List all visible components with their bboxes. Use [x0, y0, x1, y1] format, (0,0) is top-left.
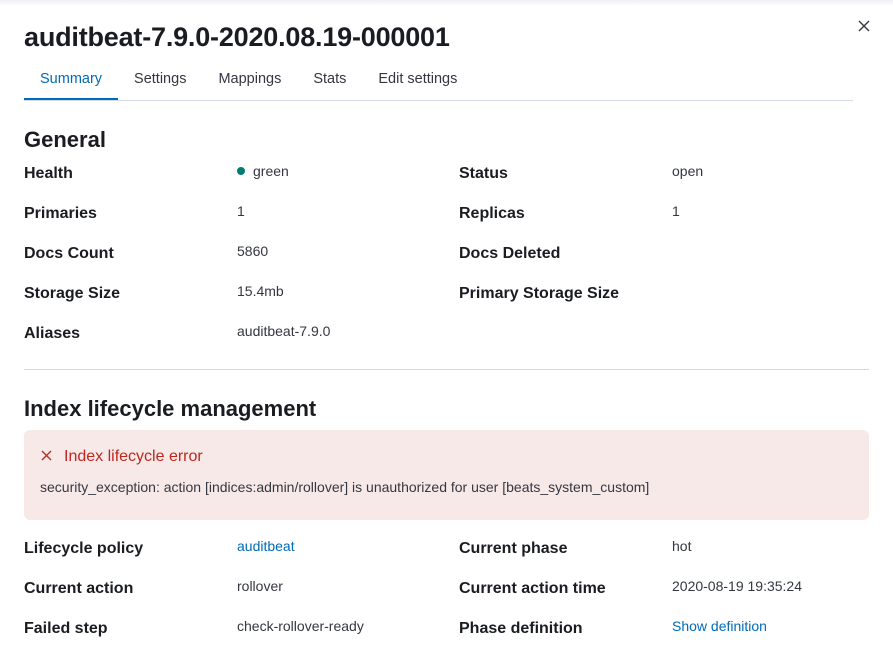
ilm-row-1: Lifecycle policy auditbeat Current phase…: [0, 538, 893, 562]
current-action-time-label: Current action time: [459, 580, 606, 597]
docs-count-label: Docs Count: [24, 245, 114, 262]
failed-step-label: Failed step: [24, 620, 108, 637]
tab-edit-settings[interactable]: Edit settings: [362, 64, 473, 100]
tab-mappings[interactable]: Mappings: [202, 64, 297, 100]
health-label: Health: [24, 165, 73, 182]
general-row-4: Storage Size 15.4mb Primary Storage Size: [0, 283, 893, 307]
aliases-value: auditbeat-7.9.0: [237, 323, 331, 339]
show-definition-link[interactable]: Show definition: [672, 618, 767, 634]
lifecycle-policy-link[interactable]: auditbeat: [237, 538, 295, 554]
ilm-error-callout: [24, 430, 869, 520]
general-row-5: Aliases auditbeat-7.9.0: [0, 323, 893, 347]
general-heading: General: [24, 127, 106, 152]
current-action-label: Current action: [24, 580, 134, 597]
health-value: green: [237, 163, 289, 179]
failed-step-value: check-rollover-ready: [237, 618, 364, 634]
ilm-error-message: security_exception: action [indices:admi…: [40, 479, 650, 495]
phase-definition-label: Phase definition: [459, 620, 583, 637]
current-action-value: rollover: [237, 578, 283, 594]
docs-deleted-label: Docs Deleted: [459, 245, 561, 262]
status-label: Status: [459, 165, 508, 182]
tab-settings[interactable]: Settings: [118, 64, 202, 100]
tab-bar: Summary Settings Mappings Stats Edit set…: [24, 64, 853, 101]
status-value: open: [672, 163, 704, 179]
ilm-row-3: Failed step check-rollover-ready Phase d…: [0, 618, 893, 642]
tab-stats[interactable]: Stats: [297, 64, 362, 100]
general-row-2: Primaries 1 Replicas 1: [0, 203, 893, 227]
tab-summary[interactable]: Summary: [24, 64, 119, 100]
general-row-3: Docs Count 5860 Docs Deleted: [0, 243, 893, 267]
primaries-label: Primaries: [24, 205, 97, 222]
primaries-value: 1: [237, 203, 245, 219]
health-text: green: [253, 163, 289, 179]
lifecycle-policy-label: Lifecycle policy: [24, 540, 144, 557]
ilm-row-2: Current action rollover Current action t…: [0, 578, 893, 602]
current-phase-label: Current phase: [459, 540, 568, 557]
top-shadow: [0, 0, 893, 6]
health-dot-icon: [237, 167, 245, 175]
storage-size-label: Storage Size: [24, 285, 121, 302]
cross-icon: [41, 450, 52, 461]
replicas-value: 1: [672, 203, 680, 219]
docs-count-value: 5860: [237, 243, 269, 259]
flyout-title: auditbeat-7.9.0-2020.08.19-000001: [24, 22, 450, 52]
replicas-label: Replicas: [459, 205, 525, 222]
close-icon[interactable]: [855, 17, 873, 35]
general-row-1: Health green Status open: [0, 163, 893, 187]
current-phase-value: hot: [672, 538, 692, 554]
primary-storage-size-label: Primary Storage Size: [459, 285, 620, 302]
ilm-error-title: Index lifecycle error: [64, 448, 203, 465]
aliases-label: Aliases: [24, 325, 81, 342]
ilm-heading: Index lifecycle management: [24, 396, 317, 421]
section-divider: [24, 369, 869, 370]
current-action-time-value: 2020-08-19 19:35:24: [672, 578, 802, 594]
storage-size-value: 15.4mb: [237, 283, 284, 299]
